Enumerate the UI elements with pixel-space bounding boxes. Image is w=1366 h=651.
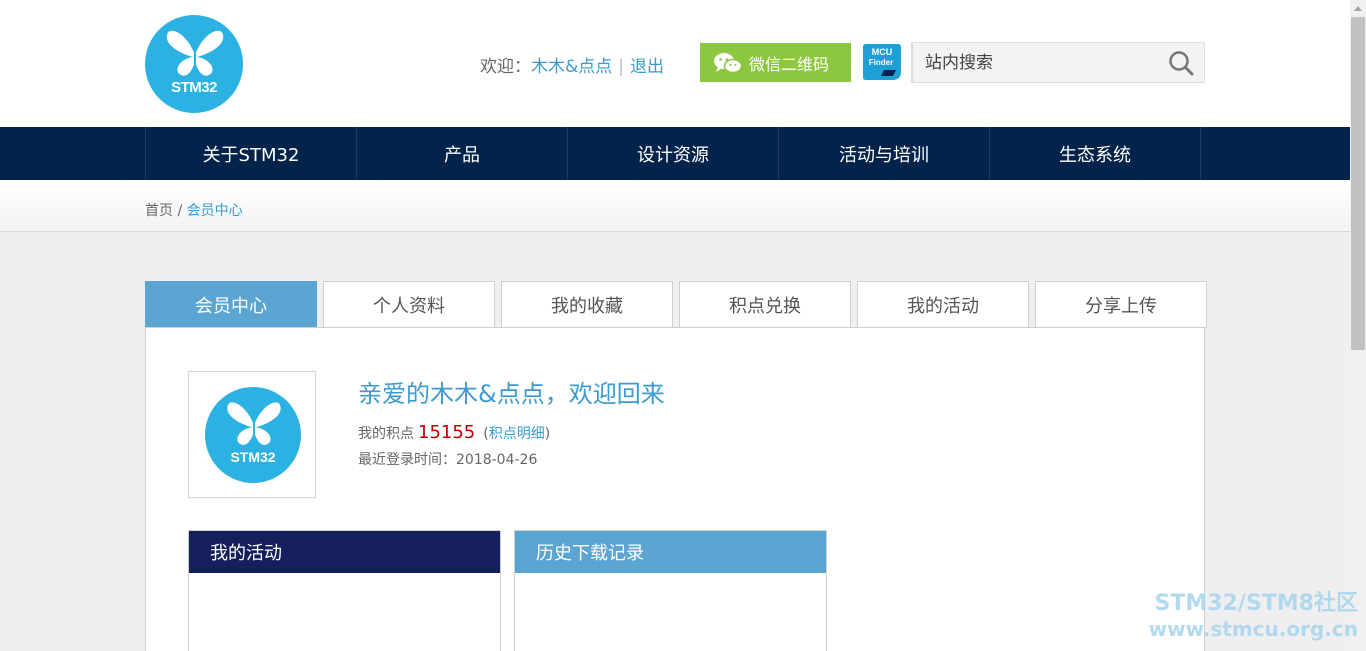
download-history-title: 历史下载记录 bbox=[515, 531, 826, 573]
tab-my-activities[interactable]: 我的活动 bbox=[857, 281, 1029, 328]
breadcrumb-separator: / bbox=[177, 203, 183, 219]
mcu-finder-icon[interactable]: MCU Finder bbox=[862, 42, 902, 82]
nav-item-ecosystem[interactable]: 生态系统 bbox=[990, 127, 1201, 180]
avatar[interactable]: STM32 bbox=[205, 387, 301, 483]
wechat-button-label: 微信二维码 bbox=[749, 54, 830, 74]
watermark-line2: www.stmcu.org.cn bbox=[1148, 617, 1358, 641]
welcome-greeting: 亲爱的木木&点点，欢迎回来 bbox=[358, 380, 665, 408]
welcome-label: 欢迎： bbox=[480, 57, 531, 77]
tab-profile[interactable]: 个人资料 bbox=[323, 281, 495, 328]
site-header: STM32 欢迎：木木&点点 | 退出 微信二维码 MCU Finder bbox=[0, 0, 1350, 127]
search-input[interactable] bbox=[913, 43, 1163, 82]
breadcrumb-bar: 首页 / 会员中心 bbox=[0, 180, 1350, 232]
username-link[interactable]: 木木&点点 bbox=[531, 57, 612, 77]
logo-text: STM32 bbox=[171, 79, 217, 96]
nav-item-about[interactable]: 关于STM32 bbox=[146, 127, 357, 180]
scrollbar-thumb[interactable] bbox=[1351, 17, 1365, 350]
points-value: 15155 bbox=[418, 422, 476, 443]
my-activities-title: 我的活动 bbox=[189, 531, 500, 573]
avatar-frame: STM32 bbox=[188, 371, 316, 498]
last-login-line: 最近登录时间：2018-04-26 bbox=[358, 449, 537, 469]
wechat-qrcode-button[interactable]: 微信二维码 bbox=[700, 43, 851, 82]
mcu-finder-line1: MCU bbox=[872, 47, 893, 57]
mcu-finder-line2: Finder bbox=[869, 58, 893, 67]
member-center-panel: STM32 亲爱的木木&点点，欢迎回来 我的积点 15155 (积点明细) 最近登录… bbox=[145, 327, 1205, 651]
points-detail-link[interactable]: 积点明细 bbox=[489, 426, 545, 442]
avatar-text: STM32 bbox=[230, 449, 276, 465]
last-login-value: 2018-04-26 bbox=[456, 452, 538, 468]
divider: | bbox=[618, 57, 624, 77]
main-nav: 关于STM32 产品 设计资源 活动与培训 生态系统 bbox=[0, 127, 1350, 180]
breadcrumb-home[interactable]: 首页 bbox=[145, 203, 173, 219]
nav-item-events-training[interactable]: 活动与培训 bbox=[779, 127, 990, 180]
welcome-bar: 欢迎：木木&点点 | 退出 bbox=[480, 52, 664, 77]
tab-favorites[interactable]: 我的收藏 bbox=[501, 281, 673, 328]
download-history-box: 历史下载记录 bbox=[514, 530, 827, 651]
tab-member-center[interactable]: 会员中心 bbox=[145, 281, 317, 328]
logout-link[interactable]: 退出 bbox=[630, 57, 664, 77]
site-watermark: STM32/STM8社区 www.stmcu.org.cn bbox=[1130, 590, 1358, 641]
stm32-logo[interactable]: STM32 bbox=[145, 15, 243, 113]
nav-item-design-resources[interactable]: 设计资源 bbox=[568, 127, 779, 180]
tab-share-upload[interactable]: 分享上传 bbox=[1035, 281, 1207, 328]
butterfly-icon bbox=[166, 30, 224, 76]
scroll-up-arrow-icon[interactable] bbox=[1350, 0, 1366, 17]
search-icon[interactable] bbox=[1168, 50, 1194, 76]
member-tabs: 会员中心 个人资料 我的收藏 积点兑换 我的活动 分享上传 bbox=[145, 281, 1207, 328]
points-line: 我的积点 15155 (积点明细) bbox=[358, 422, 550, 443]
watermark-line1: STM32/STM8社区 bbox=[1154, 591, 1358, 616]
breadcrumb: 首页 / 会员中心 bbox=[145, 200, 243, 220]
points-label: 我的积点 bbox=[358, 426, 414, 442]
last-login-label: 最近登录时间： bbox=[358, 452, 456, 468]
site-search bbox=[911, 42, 1205, 83]
points-detail-close: ) bbox=[544, 426, 551, 442]
butterfly-icon bbox=[227, 402, 281, 445]
tab-points-exchange[interactable]: 积点兑换 bbox=[679, 281, 851, 328]
breadcrumb-current[interactable]: 会员中心 bbox=[187, 203, 243, 219]
my-activities-box: 我的活动 bbox=[188, 530, 501, 651]
nav-item-products[interactable]: 产品 bbox=[357, 127, 568, 180]
wechat-icon bbox=[714, 52, 743, 73]
